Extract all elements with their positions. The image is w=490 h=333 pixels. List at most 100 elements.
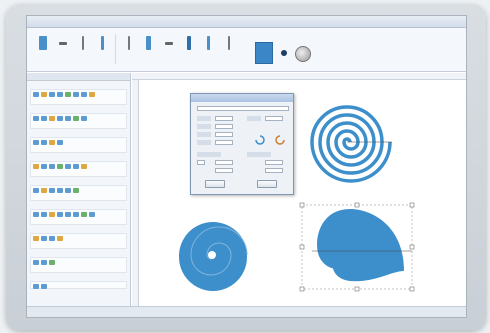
shape-icon[interactable]: [33, 236, 39, 241]
shape-icon[interactable]: [33, 188, 39, 193]
ok-button[interactable]: [205, 180, 225, 188]
field-label: [197, 132, 211, 137]
shape-icon[interactable]: [57, 236, 63, 241]
shape-icon[interactable]: [49, 140, 55, 145]
shape-icon[interactable]: [65, 212, 71, 217]
shape-icon[interactable]: [41, 188, 47, 193]
toolbox-group: [30, 228, 127, 249]
shape-icon[interactable]: [73, 116, 79, 121]
spiral-shape-filled[interactable]: [170, 215, 260, 297]
shape-icon[interactable]: [49, 92, 55, 97]
spiral-shape-top[interactable]: [292, 87, 402, 197]
ribbon-button-2[interactable]: [55, 34, 71, 64]
shape-icon[interactable]: [41, 92, 47, 97]
ribbon-button-10[interactable]: [221, 34, 237, 64]
shape-icon[interactable]: [65, 116, 71, 121]
shape-icon[interactable]: [41, 236, 47, 241]
drawing-canvas[interactable]: [132, 73, 466, 308]
shape-icon[interactable]: [33, 92, 39, 97]
shape-icon[interactable]: [33, 284, 39, 289]
shape-icon[interactable]: [49, 188, 55, 193]
shape-icon[interactable]: [49, 236, 55, 241]
shape-icon[interactable]: [57, 116, 63, 121]
shape-icon[interactable]: [57, 164, 63, 169]
shape-icon[interactable]: [49, 260, 55, 265]
divider-icon: [228, 36, 230, 50]
shape-icon[interactable]: [65, 92, 71, 97]
spiral-shape-selected[interactable]: [292, 201, 422, 296]
divider-icon: [82, 36, 84, 50]
preset-field[interactable]: [197, 106, 289, 111]
counterclockwise-icon[interactable]: [273, 134, 287, 146]
spacing-field[interactable]: [215, 160, 233, 165]
field-label: [247, 152, 271, 157]
offset-field[interactable]: [265, 168, 283, 173]
clockwise-icon[interactable]: [253, 134, 267, 146]
circle-tool-button[interactable]: [295, 46, 311, 62]
shape-icon[interactable]: [41, 164, 47, 169]
dialog-title: [191, 94, 293, 102]
horizontal-ruler: [132, 73, 466, 80]
shape-icon[interactable]: [73, 164, 79, 169]
shape-properties-dialog: [190, 93, 294, 195]
ribbon-button-6[interactable]: [141, 34, 157, 64]
toolbox-group: [30, 204, 127, 225]
toolbox-group: [30, 276, 127, 289]
shape-icon[interactable]: [33, 260, 39, 265]
shape-icon[interactable]: [57, 212, 63, 217]
vertical-ruler: [132, 80, 139, 308]
shape-icon[interactable]: [41, 140, 47, 145]
field-label: [197, 124, 211, 129]
ribbon-button-4[interactable]: [95, 34, 111, 64]
shape-icon[interactable]: [73, 188, 79, 193]
shape-icon[interactable]: [33, 140, 39, 145]
angle-field[interactable]: [265, 116, 283, 121]
shape-icon[interactable]: [57, 140, 63, 145]
status-bar: [27, 306, 466, 317]
shape-icon[interactable]: [33, 116, 39, 121]
thickness-field[interactable]: [215, 168, 233, 173]
shape-icon[interactable]: [41, 260, 47, 265]
shape-icon[interactable]: [81, 92, 87, 97]
shape-icon[interactable]: [49, 116, 55, 121]
turns-field[interactable]: [215, 116, 233, 121]
ribbon-button-1[interactable]: [35, 34, 51, 64]
shape-icon[interactable]: [41, 212, 47, 217]
divider-icon: [128, 36, 130, 50]
shape-icon[interactable]: [89, 92, 95, 97]
shape-icon[interactable]: [57, 92, 63, 97]
ribbon-button-9[interactable]: [201, 34, 217, 64]
shape-icon[interactable]: [65, 188, 71, 193]
shape-icon[interactable]: [41, 284, 47, 289]
shape-icon[interactable]: [57, 188, 63, 193]
dot-tool-button[interactable]: [281, 50, 287, 56]
shape-icon[interactable]: [81, 212, 87, 217]
shape-icon[interactable]: [73, 92, 79, 97]
bar-icon: [101, 36, 104, 50]
cancel-button[interactable]: [257, 180, 277, 188]
shape-icon[interactable]: [33, 212, 39, 217]
shape-icon[interactable]: [89, 212, 95, 217]
shape-icon[interactable]: [33, 164, 39, 169]
shape-icon[interactable]: [41, 116, 47, 121]
shape-icon[interactable]: [49, 212, 55, 217]
ribbon-button-3[interactable]: [75, 34, 91, 64]
ribbon-button-5[interactable]: [121, 34, 137, 64]
toolbox-group: [30, 180, 127, 201]
shape-icon[interactable]: [65, 164, 71, 169]
shape-icon[interactable]: [81, 164, 87, 169]
shape-icon[interactable]: [81, 116, 87, 121]
rotation-field[interactable]: [265, 160, 283, 165]
radius-field[interactable]: [215, 124, 233, 129]
column-icon: [187, 36, 191, 50]
height-field[interactable]: [215, 140, 233, 145]
ribbon-button-7[interactable]: [161, 34, 177, 64]
line-icon: [165, 42, 173, 45]
toolbox-panel: [27, 73, 131, 308]
shape-icon[interactable]: [73, 212, 79, 217]
title-bar: [27, 16, 466, 28]
ribbon-button-8[interactable]: [181, 34, 197, 64]
width-field[interactable]: [215, 132, 233, 137]
shape-icon[interactable]: [49, 164, 55, 169]
spiral-tool-button[interactable]: [255, 42, 273, 64]
